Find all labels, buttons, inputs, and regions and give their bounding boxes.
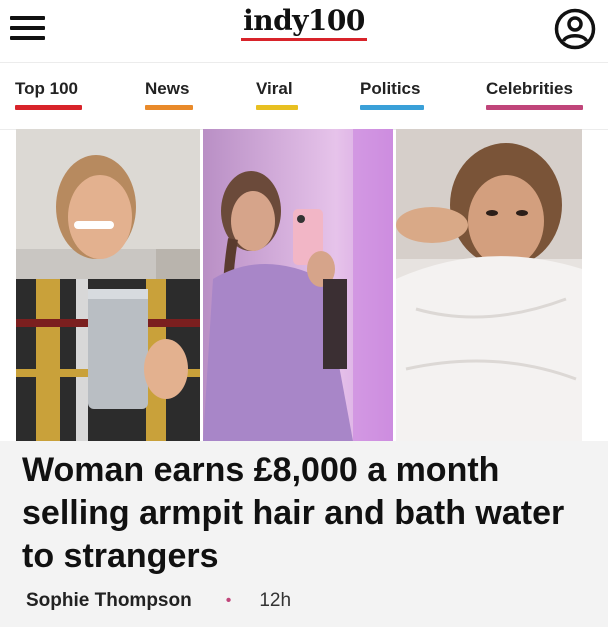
tab-politics[interactable]: Politics [360,79,424,110]
tab-label: News [145,79,190,98]
site-logo[interactable]: indy100 [0,4,608,41]
tab-news[interactable]: News [145,79,193,110]
author-name[interactable]: Sophie Thompson [26,590,192,612]
hero-photo-left [16,129,200,441]
tab-celebrities[interactable]: Celebrities [486,79,583,110]
logo-text[interactable]: indy100 [241,4,367,41]
article-hero-image[interactable] [16,129,582,441]
category-nav: Top 100 News Viral Politics Celebrities [0,63,608,130]
tab-top-100[interactable]: Top 100 [15,79,82,110]
tab-underline [486,105,583,110]
hero-photo-middle [203,129,393,441]
article-headline[interactable]: Woman earns £8,000 a month selling armpi… [22,449,582,578]
tab-label: Politics [360,79,421,98]
article-card: Woman earns £8,000 a month selling armpi… [0,441,608,627]
tab-label: Celebrities [486,79,573,98]
site-header: indy100 [0,0,608,63]
user-account-icon[interactable] [554,8,596,50]
tab-viral[interactable]: Viral [256,79,298,110]
tab-underline [15,105,82,110]
tab-label: Top 100 [15,79,78,98]
publish-time: 12h [259,590,292,611]
tab-underline [256,105,298,110]
article-byline: Sophie Thompson • 12h [26,590,291,612]
tab-underline [145,105,193,110]
byline-separator: • [225,592,232,609]
tab-underline [360,105,424,110]
tab-label: Viral [256,79,293,98]
hero-photo-right [396,129,582,441]
